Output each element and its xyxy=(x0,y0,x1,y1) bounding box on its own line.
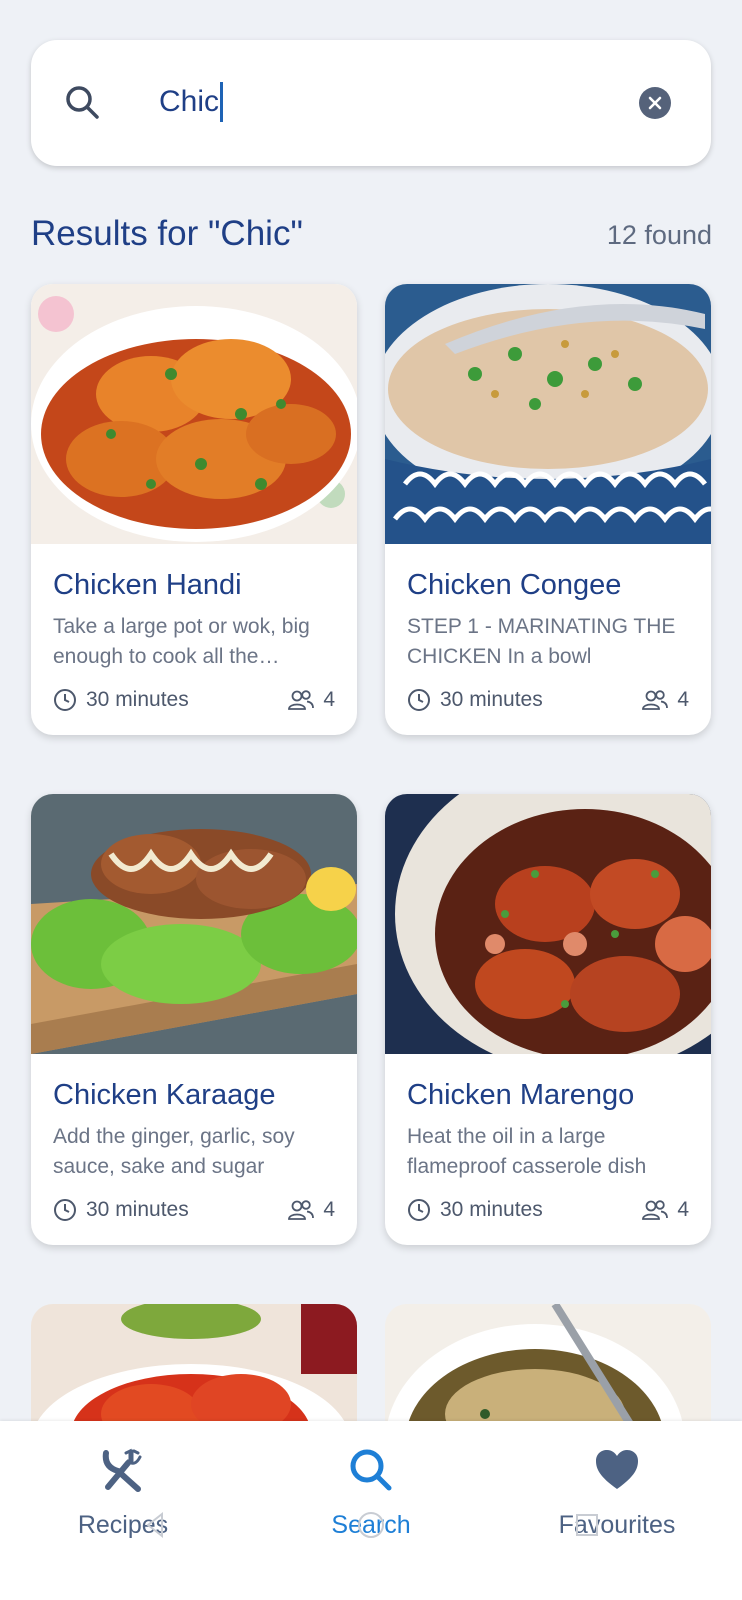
system-recents-icon[interactable] xyxy=(572,1510,602,1540)
recipe-time: 30 minutes xyxy=(440,688,543,711)
servings: 4 xyxy=(641,688,689,712)
text-caret xyxy=(220,82,224,122)
nav-label-favourites: Favourites xyxy=(558,1511,676,1539)
recipe-description: Take a large pot or wok, big enough to c… xyxy=(53,615,310,668)
search-bar[interactable]: Chic xyxy=(31,40,711,166)
people-icon xyxy=(642,1200,669,1220)
nav-item-favourites[interactable]: Favourites xyxy=(517,1445,717,1540)
recipe-title: Chicken Marengo xyxy=(407,1079,635,1111)
nav-label-recipes: Recipes xyxy=(77,1511,169,1539)
recipe-servings: 4 xyxy=(677,1198,689,1221)
search-input-value: Chic xyxy=(159,85,220,118)
servings: 4 xyxy=(287,688,335,712)
clear-search-button[interactable] xyxy=(639,87,671,119)
recipe-photo xyxy=(385,284,711,544)
results-title: Results for "Chic" xyxy=(31,214,303,253)
search-icon xyxy=(66,86,99,119)
system-back-icon[interactable] xyxy=(140,1510,170,1540)
people-icon xyxy=(288,690,315,710)
recipe-time: 30 minutes xyxy=(86,688,189,711)
results-count: 12 found xyxy=(606,220,712,250)
recipe-time: 30 minutes xyxy=(86,1198,189,1221)
recipe-photo xyxy=(31,284,357,544)
system-home-icon[interactable] xyxy=(356,1510,386,1540)
search-input[interactable]: Chic xyxy=(159,82,224,122)
search-icon xyxy=(350,1449,392,1491)
recipe-title: Chicken Congee xyxy=(407,569,622,601)
clock-icon xyxy=(54,1199,76,1221)
recipe-title: Chicken Handi xyxy=(53,569,242,601)
recipe-meta: 30 minutes 4 xyxy=(407,685,689,715)
recipe-card[interactable]: Chicken Handi Take a large pot or wok, b… xyxy=(31,284,357,735)
recipe-servings: 4 xyxy=(323,1198,335,1221)
recipe-photo xyxy=(31,794,357,1054)
recipe-card[interactable]: Chicken Congee STEP 1 - MARINATING THE C… xyxy=(385,284,711,735)
recipe-meta: 30 minutes 4 xyxy=(53,685,335,715)
people-icon xyxy=(288,1200,315,1220)
recipe-card[interactable]: Chicken Marengo Heat the oil in a large … xyxy=(385,794,711,1245)
servings: 4 xyxy=(287,1198,335,1222)
close-icon xyxy=(648,96,662,110)
heart-icon xyxy=(596,1450,638,1489)
clock-icon xyxy=(408,689,430,711)
recipe-servings: 4 xyxy=(323,688,335,711)
clock-icon xyxy=(408,1199,430,1221)
fork-knife-icon xyxy=(102,1448,142,1492)
servings: 4 xyxy=(641,1198,689,1222)
recipe-meta: 30 minutes 4 xyxy=(407,1195,689,1225)
recipe-description: STEP 1 - MARINATING THE CHICKEN In a bow… xyxy=(407,615,676,668)
recipe-time: 30 minutes xyxy=(440,1198,543,1221)
people-icon xyxy=(642,690,669,710)
clock-icon xyxy=(54,689,76,711)
recipe-description: Add the ginger, garlic, soy sauce, sake … xyxy=(53,1125,295,1178)
recipe-description: Heat the oil in a large flameproof casse… xyxy=(407,1125,647,1178)
recipe-meta: 30 minutes 4 xyxy=(53,1195,335,1225)
recipe-card[interactable]: Chicken Karaage Add the ginger, garlic, … xyxy=(31,794,357,1245)
nav-item-recipes[interactable]: Recipes xyxy=(23,1445,223,1540)
recipe-photo xyxy=(385,794,711,1054)
recipe-title: Chicken Karaage xyxy=(53,1079,276,1111)
recipe-servings: 4 xyxy=(677,688,689,711)
